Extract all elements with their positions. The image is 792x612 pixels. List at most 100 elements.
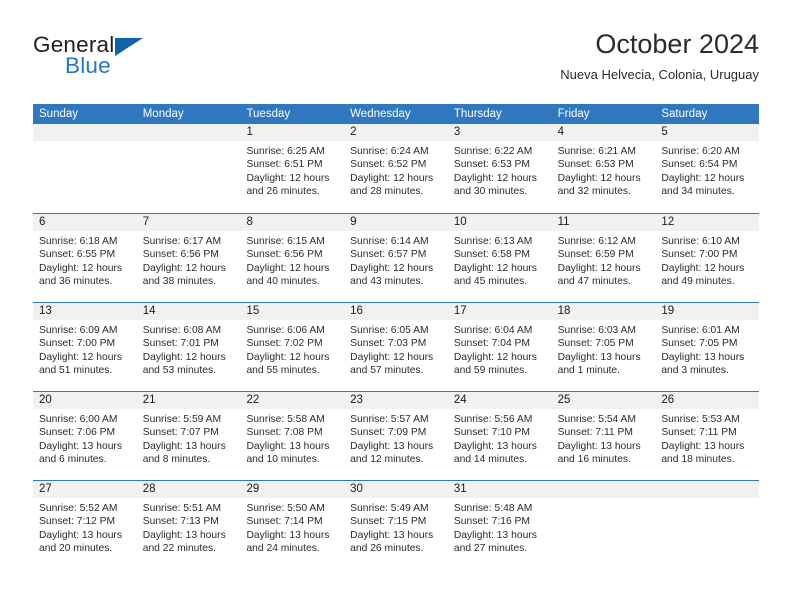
sunset-text: Sunset: 7:00 PM [39,338,116,350]
daylight-text: Daylight: 13 hours and 16 minutes. [557,440,641,466]
calendar-day-cell[interactable]: 22 Sunrise: 5:58 AM Sunset: 7:08 PM Dayligh… [240,392,345,480]
sunrise-text: Sunrise: 6:22 AM [453,146,533,157]
calendar-day-cell[interactable]: 1 Sunrise: 6:25 AM Sunset: 6:51 PM Daylight… [240,124,345,213]
daylight-text: Daylight: 13 hours and 10 minutes. [246,440,330,466]
sunrise-text: Sunrise: 6:21 AM [557,146,637,157]
calendar-day-cell[interactable]: 23 Sunrise: 5:57 AM Sunset: 7:09 PM Dayligh… [344,392,448,480]
calendar-day-cell[interactable]: 9 Sunrise: 6:14 AM Sunset: 6:57 PM Daylight… [344,214,448,302]
calendar-day-cell[interactable]: 29 Sunrise: 5:50 AM Sunset: 7:14 PM Dayligh… [240,481,345,569]
sunset-text: Sunset: 7:13 PM [142,516,219,528]
day-number: 28 [136,481,241,498]
sunrise-text: Sunrise: 6:15 AM [246,236,325,247]
day-number: 7 [136,214,241,231]
daylight-text: Daylight: 12 hours and 57 minutes. [350,351,434,377]
calendar-day-cell[interactable]: 12 Sunrise: 6:10 AM Sunset: 7:00 PM Dayligh… [655,214,760,302]
day-number: 27 [33,481,137,498]
daylight-text: Daylight: 12 hours and 51 minutes. [39,351,122,377]
calendar-day-cell[interactable]: 2 Sunrise: 6:24 AM Sunset: 6:52 PM Daylight… [344,124,448,213]
logo-text-blue: Blue [65,53,111,78]
calendar-day-cell[interactable]: 16 Sunrise: 6:05 AM Sunset: 7:03 PM Dayligh… [344,303,448,391]
calendar-day-cell[interactable]: 26 Sunrise: 5:53 AM Sunset: 7:11 PM Dayligh… [655,392,760,480]
sunset-text: Sunset: 7:10 PM [453,427,531,439]
day-sun-info: Sunrise: 5:50 AM Sunset: 7:14 PM Daylight:… [240,498,344,556]
day-number [136,124,241,141]
calendar-day-cell[interactable]: 5 Sunrise: 6:20 AM Sunset: 6:54 PM Daylight… [655,124,760,213]
daylight-text: Daylight: 12 hours and 32 minutes. [557,172,641,198]
sunset-text: Sunset: 7:14 PM [246,516,323,528]
day-sun-info: Sunrise: 6:25 AM Sunset: 6:51 PM Daylight:… [240,141,344,199]
daylight-text: Daylight: 12 hours and 49 minutes. [661,262,745,288]
day-sun-info: Sunrise: 5:52 AM Sunset: 7:12 PM Daylight:… [33,498,137,556]
day-number: 14 [136,303,241,320]
calendar-day-cell[interactable]: 27 Sunrise: 5:52 AM Sunset: 7:12 PM Dayligh… [33,481,137,569]
calendar-day-cell[interactable]: 20 Sunrise: 6:00 AM Sunset: 7:06 PM Dayligh… [33,392,137,480]
calendar-day-cell[interactable]: 24 Sunrise: 5:56 AM Sunset: 7:10 PM Dayligh… [447,392,552,480]
day-number: 20 [33,392,137,409]
day-number: 25 [551,392,656,409]
sunrise-text: Sunrise: 5:53 AM [661,414,740,425]
calendar-day-cell[interactable]: 31 Sunrise: 5:48 AM Sunset: 7:16 PM Dayligh… [447,481,552,569]
day-sun-info: Sunrise: 5:56 AM Sunset: 7:10 PM Daylight:… [448,409,552,467]
day-sun-info: Sunrise: 6:17 AM Sunset: 6:56 PM Daylight:… [137,231,241,289]
weekday-header-row: Sunday Monday Tuesday Wednesday Thursday… [33,104,759,124]
daylight-text: Daylight: 13 hours and 26 minutes. [350,529,434,555]
weekday-header-monday: Monday [142,108,184,120]
calendar-day-cell[interactable]: 10 Sunrise: 6:13 AM Sunset: 6:58 PM Dayligh… [447,214,552,302]
weekday-header-wednesday: Wednesday [350,108,411,120]
calendar-day-cell[interactable]: 11 Sunrise: 6:12 AM Sunset: 6:59 PM Dayligh… [551,214,656,302]
day-sun-info: Sunrise: 6:13 AM Sunset: 6:58 PM Daylight:… [448,231,552,289]
sunrise-text: Sunrise: 5:48 AM [453,503,533,514]
calendar-day-cell[interactable]: 18 Sunrise: 6:03 AM Sunset: 7:05 PM Dayligh… [551,303,656,391]
calendar-day-cell[interactable]: 3 Sunrise: 6:22 AM Sunset: 6:53 PM Daylight… [447,124,552,213]
sunrise-text: Sunrise: 6:01 AM [661,325,740,336]
sunset-text: Sunset: 7:16 PM [453,516,531,528]
calendar-page: General Blue October 2024 Nueva Helvecia… [0,0,792,612]
calendar-day-cell[interactable]: 13 Sunrise: 6:09 AM Sunset: 7:00 PM Dayligh… [33,303,137,391]
sunset-text: Sunset: 7:08 PM [246,427,323,439]
sunset-text: Sunset: 7:11 PM [661,427,737,439]
daylight-text: Daylight: 13 hours and 27 minutes. [453,529,537,555]
daylight-text: Daylight: 13 hours and 8 minutes. [142,440,226,466]
day-number: 5 [655,124,760,141]
daylight-text: Daylight: 12 hours and 38 minutes. [142,262,226,288]
sunrise-text: Sunrise: 5:59 AM [142,414,222,425]
sunset-text: Sunset: 7:12 PM [39,516,116,528]
sunrise-text: Sunrise: 6:04 AM [453,325,533,336]
sunrise-text: Sunrise: 5:51 AM [142,503,222,514]
calendar-day-cell[interactable]: 15 Sunrise: 6:06 AM Sunset: 7:02 PM Dayligh… [240,303,345,391]
daylight-text: Daylight: 13 hours and 20 minutes. [39,529,122,555]
calendar-day-cell[interactable]: 6 Sunrise: 6:18 AM Sunset: 6:55 PM Daylight… [33,214,137,302]
calendar-day-cell[interactable]: 7 Sunrise: 6:17 AM Sunset: 6:56 PM Daylight… [136,214,241,302]
day-sun-info: Sunrise: 6:20 AM Sunset: 6:54 PM Daylight:… [655,141,759,199]
sunrise-text: Sunrise: 5:52 AM [39,503,118,514]
general-blue-logo[interactable]: General Blue [33,32,273,92]
day-number: 3 [447,124,552,141]
calendar-day-cell[interactable]: 25 Sunrise: 5:54 AM Sunset: 7:11 PM Dayligh… [551,392,656,480]
sunrise-text: Sunrise: 6:05 AM [350,325,429,336]
calendar-week-row: 6 Sunrise: 6:18 AM Sunset: 6:55 PM Daylight… [33,213,760,302]
calendar-day-cell[interactable]: 19 Sunrise: 6:01 AM Sunset: 7:05 PM Dayligh… [655,303,760,391]
calendar-day-cell[interactable]: 21 Sunrise: 5:59 AM Sunset: 7:07 PM Dayligh… [136,392,241,480]
calendar-day-cell[interactable]: 28 Sunrise: 5:51 AM Sunset: 7:13 PM Dayligh… [136,481,241,569]
calendar-day-cell[interactable]: 14 Sunrise: 6:08 AM Sunset: 7:01 PM Dayligh… [136,303,241,391]
title-block: October 2024 Nueva Helvecia, Colonia, Ur… [560,28,759,83]
sunset-text: Sunset: 6:54 PM [661,159,738,171]
sunrise-text: Sunrise: 6:12 AM [557,236,637,247]
weekday-header-friday: Friday [557,108,590,120]
sunrise-text: Sunrise: 6:06 AM [246,325,325,336]
calendar-day-cell[interactable]: 4 Sunrise: 6:21 AM Sunset: 6:53 PM Daylight… [551,124,656,213]
sunset-text: Sunset: 6:53 PM [557,159,634,171]
calendar-day-cell[interactable]: 17 Sunrise: 6:04 AM Sunset: 7:04 PM Dayligh… [447,303,552,391]
day-sun-info: Sunrise: 6:03 AM Sunset: 7:05 PM Daylight:… [552,320,656,378]
sunset-text: Sunset: 7:05 PM [661,338,738,350]
day-number [551,481,656,498]
day-sun-info: Sunrise: 6:09 AM Sunset: 7:00 PM Daylight:… [33,320,137,378]
calendar-day-cell-empty [136,124,241,213]
day-sun-info: Sunrise: 6:08 AM Sunset: 7:01 PM Daylight:… [137,320,241,378]
daylight-text: Daylight: 12 hours and 53 minutes. [142,351,226,377]
calendar-day-cell[interactable]: 8 Sunrise: 6:15 AM Sunset: 6:56 PM Daylight… [240,214,345,302]
day-sun-info: Sunrise: 5:58 AM Sunset: 7:08 PM Daylight:… [240,409,344,467]
day-number: 13 [33,303,137,320]
calendar-day-cell[interactable]: 30 Sunrise: 5:49 AM Sunset: 7:15 PM Dayligh… [344,481,448,569]
day-number: 15 [240,303,345,320]
